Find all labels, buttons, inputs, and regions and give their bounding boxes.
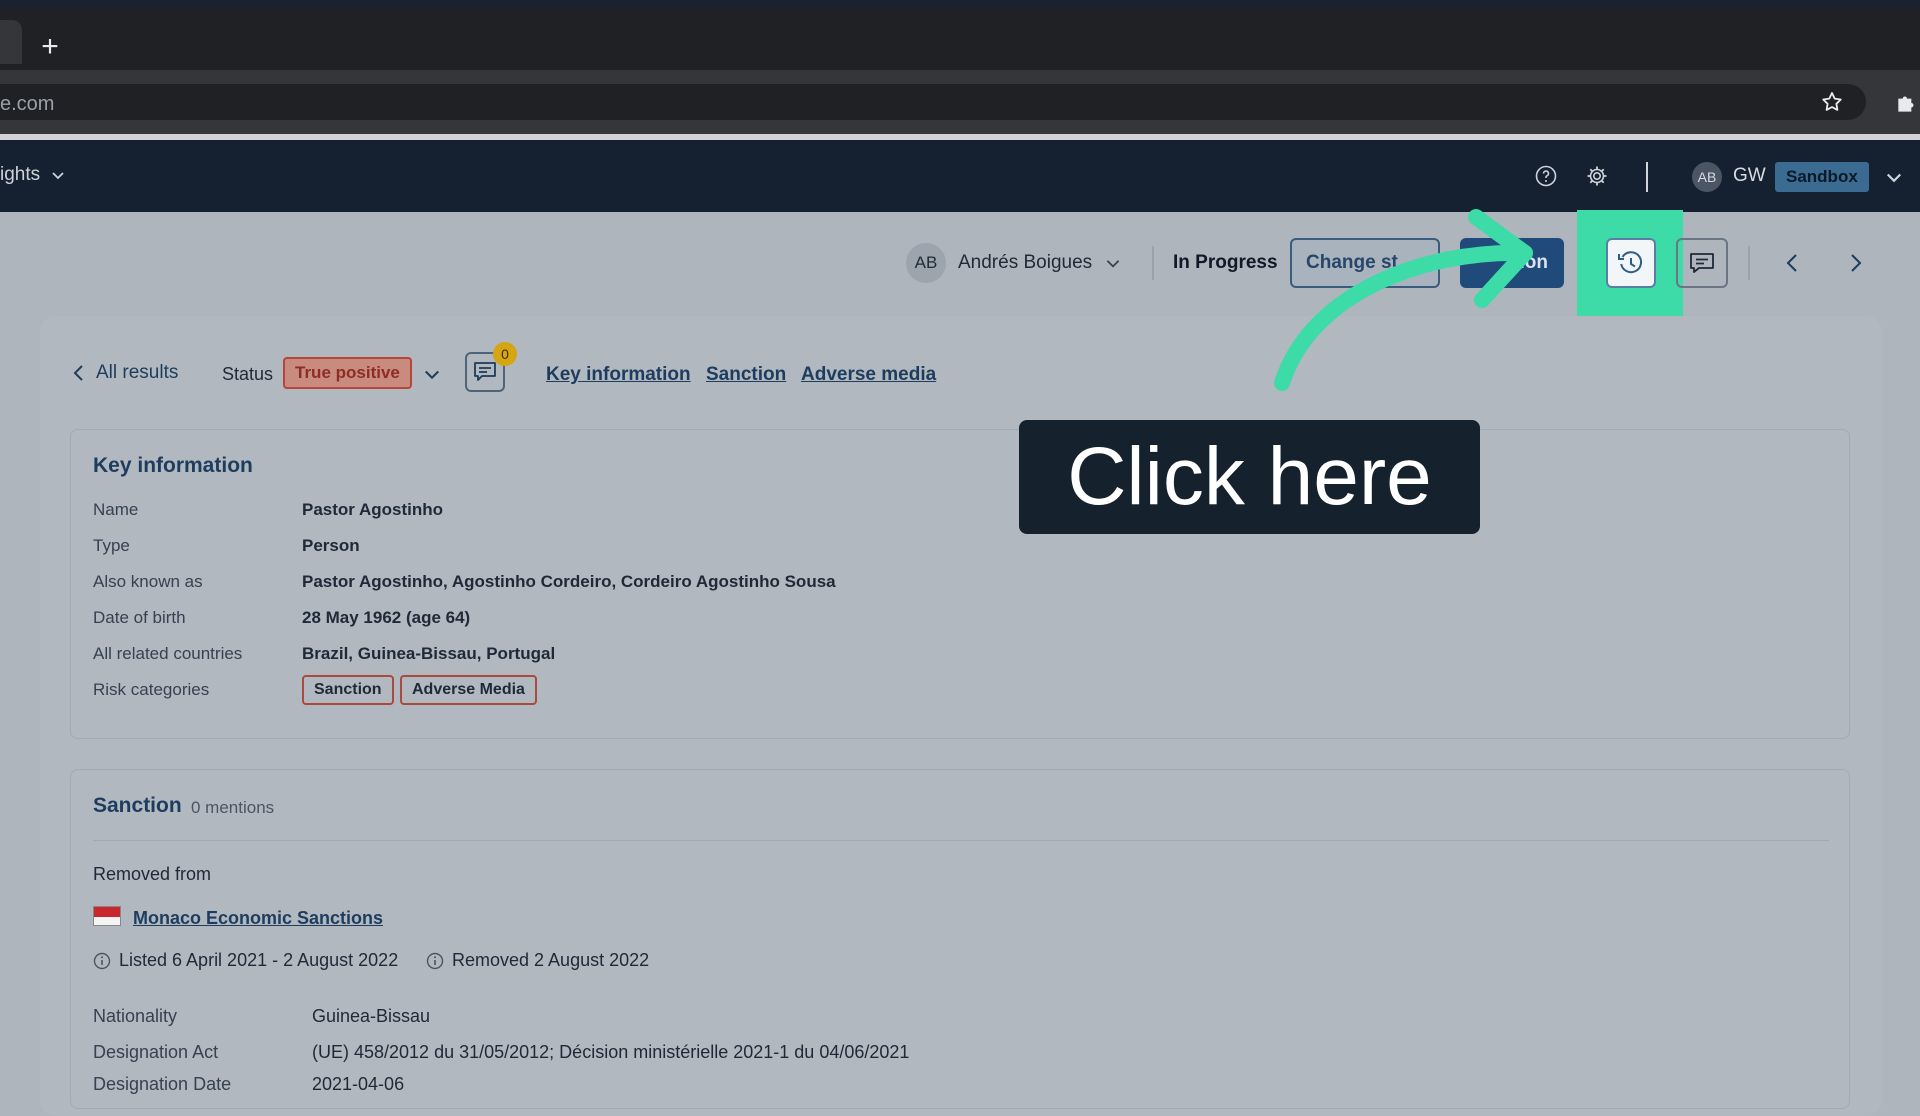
designation-date-value: 2021-04-06 [312,1074,405,1094]
listed-text: Listed 6 April 2021 - 2 August 2022 [119,950,399,970]
key-information-link[interactable]: Key information [546,364,691,386]
adverse-media-link[interactable]: Adverse media [801,364,936,386]
browser-toolbar: e.com [0,70,1920,134]
removed-date: Removed 2 August 2022 [426,950,649,971]
listed-period: Listed 6 April 2021 - 2 August 2022 [93,950,398,971]
bookmark-star-icon[interactable] [1820,90,1844,114]
all-results-link[interactable]: All results [72,362,178,384]
status-chevron-down-icon[interactable] [422,364,442,384]
designation-act-value: (UE) 458/2012 du 31/05/2012; Décision mi… [312,1042,910,1062]
browser-tab-strip: + [0,8,1920,70]
extensions-puzzle-icon[interactable] [1894,90,1920,116]
history-icon [1618,251,1643,274]
section-title: Sanction [93,794,182,817]
aka-label: Also known as [93,572,203,591]
environment-badge: Sandbox [1775,162,1869,192]
nav-insights-menu[interactable]: ights [0,164,66,186]
assignee-avatar: AB [906,243,946,283]
divider [93,840,1829,841]
pointer-arrow-icon [1274,209,1533,391]
toolbar-divider [1152,246,1154,280]
header-divider [1646,162,1648,192]
user-avatar[interactable]: AB [1692,162,1722,192]
assignee-dropdown[interactable]: AB Andrés Boigues [906,243,1122,283]
nav-insights-label: ights [0,164,41,185]
all-results-label: All results [96,362,179,383]
comment-icon [1690,253,1714,273]
browser-top-edge [0,0,1920,8]
workspace-initials[interactable]: GW [1733,165,1766,187]
risk-categories-label: Risk categories [93,680,210,699]
account-chevron-down-icon[interactable] [1884,167,1904,187]
section-title: Key information [93,454,253,477]
toolbar-divider [1748,246,1750,280]
new-tab-button[interactable]: + [36,32,64,62]
name-value: Pastor Agostinho [302,500,444,519]
risk-tag-sanction: Sanction [302,675,394,705]
info-icon [426,952,444,969]
click-here-tooltip: Click here [1019,420,1480,534]
sanction-link[interactable]: Sanction [706,364,786,386]
countries-value: Brazil, Guinea-Bissau, Portugal [302,644,556,663]
result-subnav: All results Status True positive 0 Key i… [72,342,972,392]
risk-tag-adverse-media: Adverse Media [400,675,537,705]
app-header: ights AB GW Sandbox [0,140,1920,212]
monaco-flag-icon [93,906,121,926]
status-badge[interactable]: True positive [283,357,412,389]
sanction-section: Sanction 0 mentions Removed from Monaco … [70,769,1850,1109]
info-icon [93,952,111,969]
mentions-count: 0 mentions [191,798,275,817]
url-text: e.com [0,93,55,115]
address-bar[interactable]: e.com [0,84,1866,120]
next-chevron-icon[interactable] [1844,252,1866,274]
chevron-down-icon [52,172,64,180]
history-button[interactable] [1606,238,1656,288]
dob-label: Date of birth [93,608,186,627]
removed-text: Removed 2 August 2022 [452,950,650,970]
previous-chevron-icon[interactable] [1782,252,1804,274]
dob-value: 28 May 1962 (age 64) [302,608,471,627]
type-value: Person [302,536,360,555]
status-label: Status [222,364,274,384]
nationality-label: Nationality [93,1006,178,1026]
nationality-value: Guinea-Bissau [312,1006,431,1026]
designation-date-label: Designation Date [93,1074,232,1094]
chevron-down-icon [1106,260,1120,268]
aka-value: Pastor Agostinho, Agostinho Cordeiro, Co… [302,572,836,591]
removed-from-label: Removed from [93,864,212,884]
sanction-list-link[interactable]: Monaco Economic Sanctions [133,908,383,929]
comments-count-badge: 0 [493,342,517,366]
type-label: Type [93,536,130,555]
settings-gear-icon[interactable] [1585,164,1609,188]
help-icon[interactable] [1534,164,1558,188]
chevron-left-icon [73,365,83,381]
comments-button[interactable] [1676,238,1728,288]
browser-tab[interactable] [0,20,22,64]
countries-label: All related countries [93,644,243,663]
designation-act-label: Designation Act [93,1042,219,1062]
key-information-section: Key information Name Pastor Agostinho Ty… [70,429,1850,739]
assignee-name: Andrés Boigues [958,252,1093,273]
name-label: Name [93,500,139,519]
